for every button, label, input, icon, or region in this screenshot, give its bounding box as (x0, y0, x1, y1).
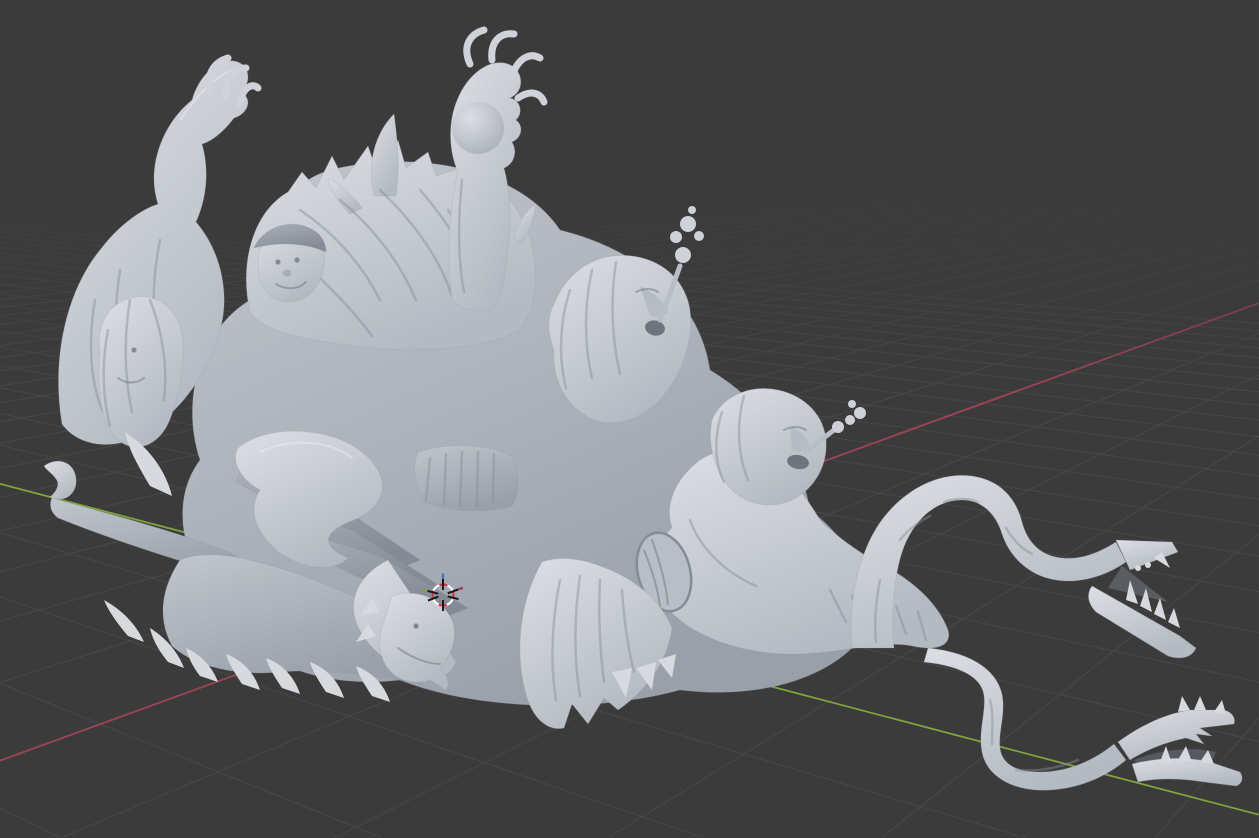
cursor-x-tip (457, 586, 464, 591)
viewport-3d[interactable]: Untextured gray clay sculpt of tangled f… (0, 0, 1259, 838)
3d-cursor-icon (422, 573, 464, 611)
cursor-y-tip (422, 588, 428, 593)
